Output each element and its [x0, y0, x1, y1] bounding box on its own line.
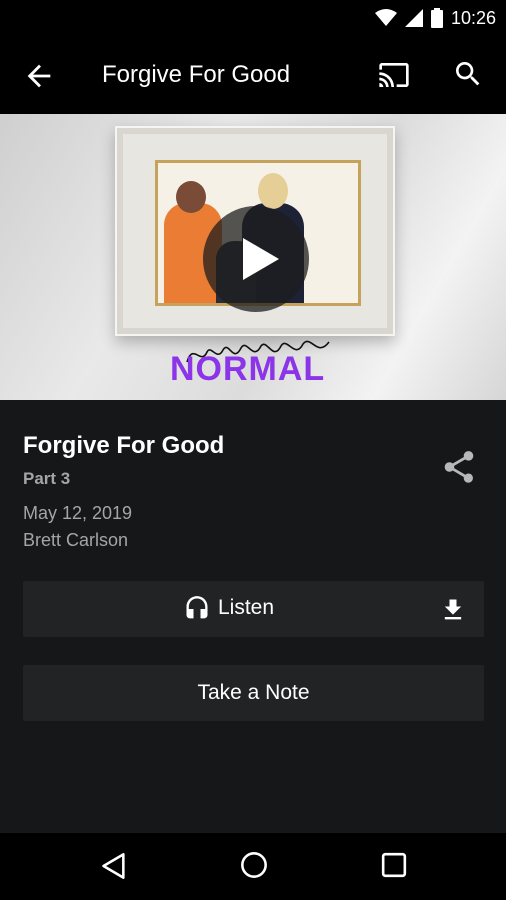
take-note-button[interactable]: Take a Note	[23, 665, 484, 721]
photo-person-head	[258, 173, 288, 209]
take-note-label: Take a Note	[197, 681, 310, 704]
headphones-icon	[186, 596, 208, 619]
page-title: Forgive For Good	[102, 61, 291, 88]
message-details: Forgive For Good Part 3 May 12, 2019 Bre…	[0, 400, 506, 833]
nav-back-icon[interactable]	[100, 852, 128, 880]
app-bar: Forgive For Good	[0, 36, 506, 114]
photo-person-head	[176, 181, 206, 213]
play-button[interactable]	[203, 206, 309, 312]
cell-signal-icon	[404, 9, 423, 27]
video-thumbnail[interactable]: NORMAL	[0, 114, 506, 400]
share-icon[interactable]	[440, 447, 478, 487]
back-arrow-icon[interactable]	[22, 59, 56, 93]
nav-recents-icon[interactable]	[381, 852, 407, 878]
listen-label: Listen	[218, 596, 275, 619]
message-speaker: Brett Carlson	[23, 530, 129, 550]
play-icon	[243, 238, 279, 280]
message-date: May 12, 2019	[23, 503, 133, 523]
wifi-icon	[374, 9, 397, 26]
status-bar: 10:26	[0, 0, 506, 36]
listen-button[interactable]: Listen	[23, 581, 484, 637]
download-icon[interactable]	[439, 596, 467, 624]
cast-icon[interactable]	[376, 59, 412, 91]
status-icons: 10:26	[374, 6, 496, 30]
system-nav-bar	[0, 833, 506, 900]
message-part: Part 3	[23, 469, 71, 488]
nav-home-icon[interactable]	[240, 851, 268, 879]
battery-icon	[430, 8, 443, 28]
message-title: Forgive For Good	[23, 432, 225, 459]
search-icon[interactable]	[452, 58, 484, 90]
series-logo-word: NORMAL	[170, 350, 326, 388]
status-time: 10:26	[450, 7, 496, 28]
